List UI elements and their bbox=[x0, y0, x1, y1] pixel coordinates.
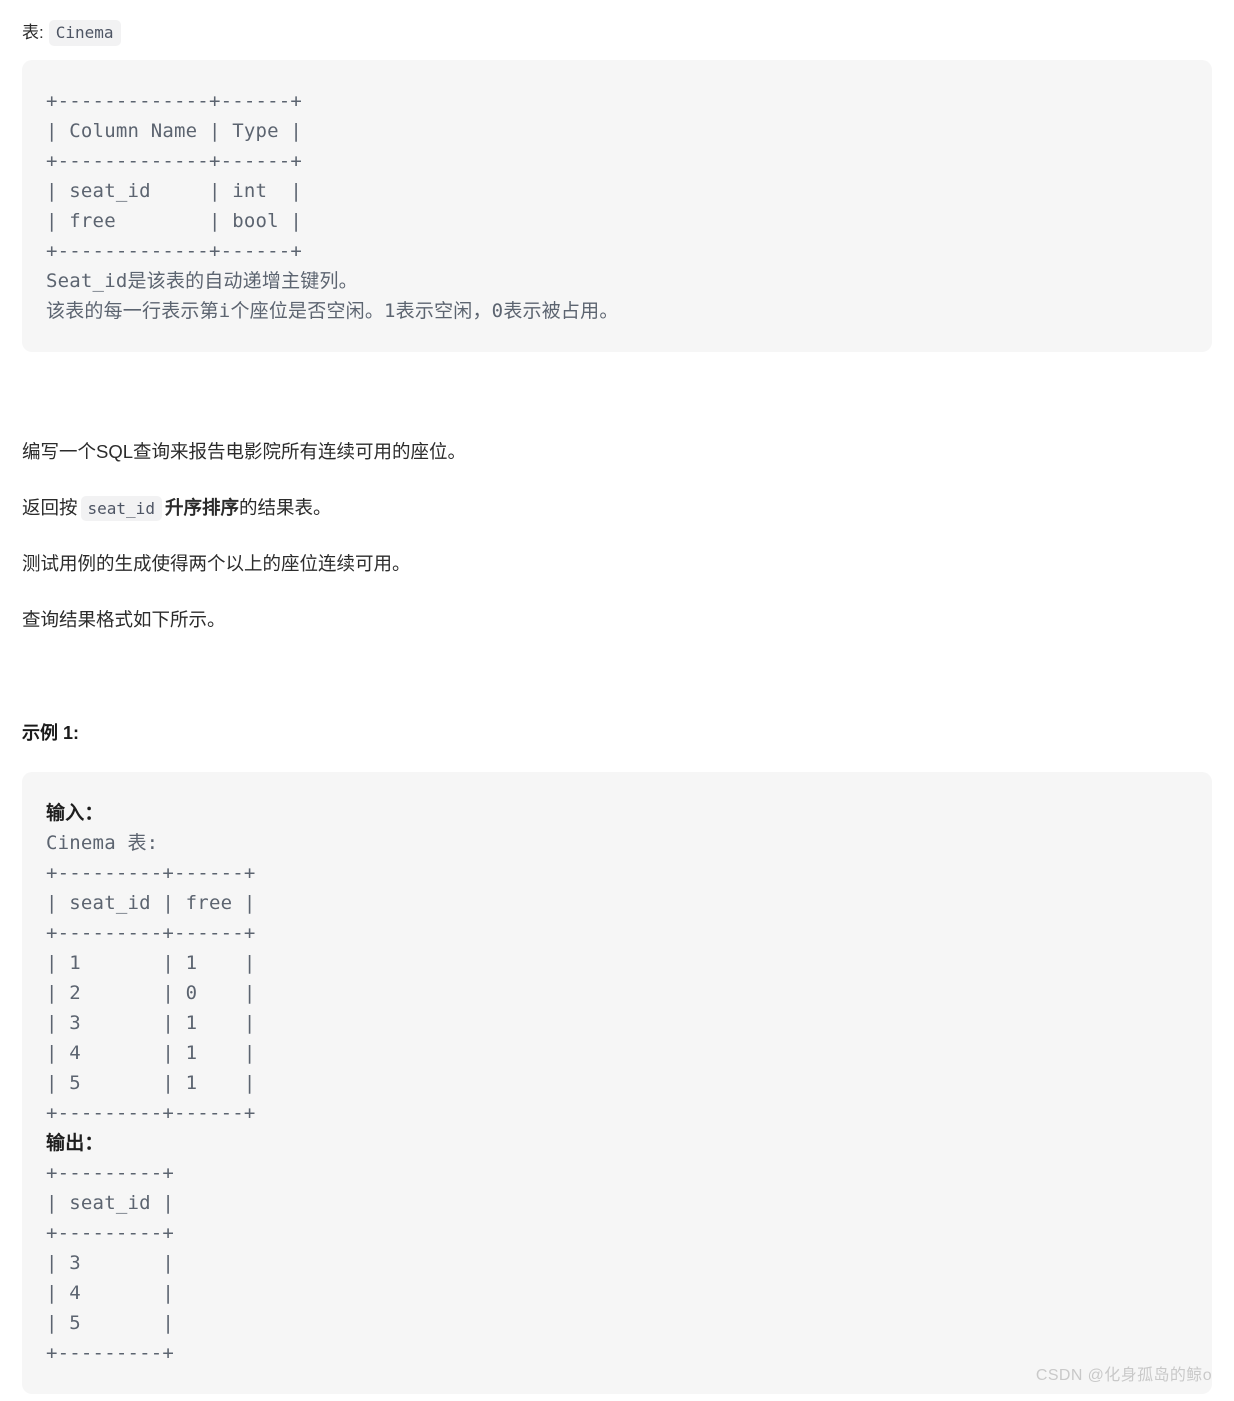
table-name-code: Cinema bbox=[48, 20, 121, 46]
paragraph-testcase-note: 测试用例的生成使得两个以上的座位连续可用。 bbox=[22, 553, 411, 574]
schema-notes: Seat_id是该表的自动递增主键列。 该表的每一行表示第i个座位是否空闲。1表… bbox=[46, 270, 619, 322]
output-label: 输出： bbox=[46, 1132, 104, 1154]
output-ascii-table: +---------+ | seat_id | +---------+ | 3 … bbox=[46, 1162, 175, 1364]
input-ascii-table: +---------+------+ | seat_id | free | +-… bbox=[46, 862, 256, 1124]
paragraph-format-note: 查询结果格式如下所示。 bbox=[22, 609, 226, 630]
input-label: 输入： bbox=[46, 802, 104, 824]
ordering-suffix: 的结果表。 bbox=[238, 497, 332, 518]
csdn-watermark: CSDN @化身孤岛的鲸o bbox=[1035, 1367, 1212, 1384]
input-table-title: Cinema 表: bbox=[46, 832, 159, 854]
example-heading: 示例 1: bbox=[22, 723, 80, 743]
table-caption-prefix: 表: bbox=[22, 23, 44, 42]
paragraph-ordering: 返回按 seat_id 升序排序的结果表。 bbox=[22, 494, 1212, 522]
spacer-before-example bbox=[22, 662, 1212, 720]
schema-ascii-table: +-------------+------+ | Column Name | T… bbox=[46, 90, 303, 262]
schema-code-block: +-------------+------+ | Column Name | T… bbox=[22, 60, 1212, 352]
article-page: 表: Cinema +-------------+------+ | Colum… bbox=[0, 0, 1234, 1394]
example-code-block: 输入： Cinema 表: +---------+------+ | seat_… bbox=[22, 772, 1212, 1394]
table-caption: 表: Cinema bbox=[22, 18, 1212, 48]
ordering-bold: 升序排序 bbox=[164, 497, 239, 518]
ordering-prefix: 返回按 bbox=[22, 497, 78, 518]
seat-id-code: seat_id bbox=[80, 496, 162, 522]
paragraph-problem-statement: 编写一个SQL查询来报告电影院所有连续可用的座位。 bbox=[22, 441, 467, 462]
spacer-after-schema bbox=[22, 352, 1212, 438]
